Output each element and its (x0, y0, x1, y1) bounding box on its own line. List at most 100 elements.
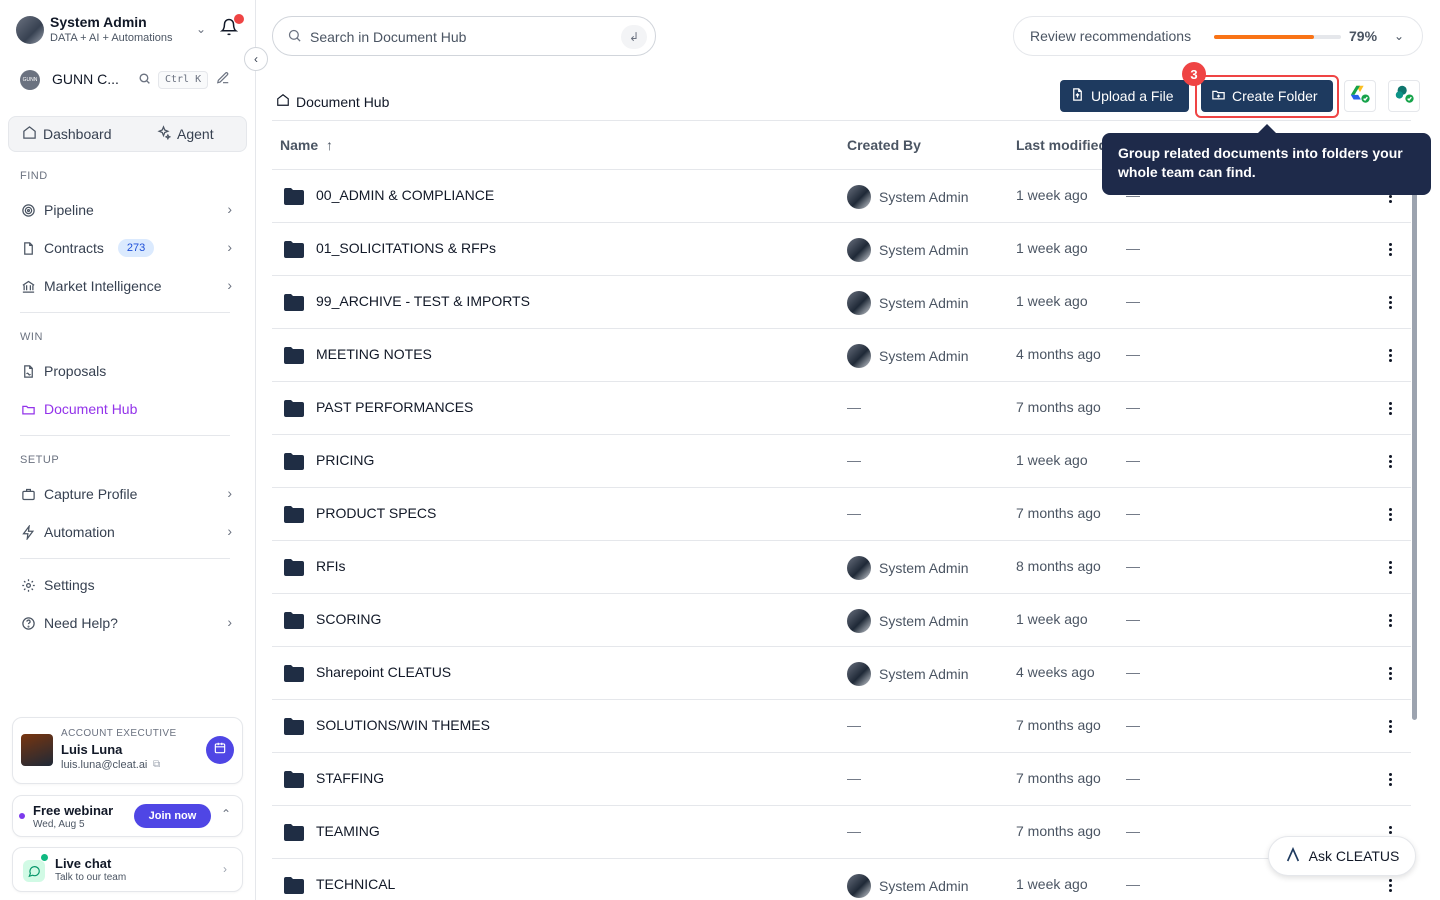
table-row[interactable]: 99_ARCHIVE - TEST & IMPORTS System Admin 1… (272, 276, 1411, 329)
last-modified-cell: 7 months ago (1016, 505, 1101, 521)
sidebar-item-capture-profile[interactable]: Capture Profile › (20, 482, 236, 506)
folder-name[interactable]: STAFFING (316, 770, 384, 786)
column-header-last-modified[interactable]: Last modified (1016, 137, 1107, 153)
folder-name[interactable]: Sharepoint CLEATUS (316, 664, 451, 680)
creator-name: System Admin (879, 613, 969, 629)
enter-icon[interactable]: ↲ (621, 25, 647, 49)
table-row[interactable]: STAFFING — 7 months ago — (272, 753, 1411, 806)
last-modified-cell: 4 months ago (1016, 346, 1101, 362)
collapse-sidebar-button[interactable]: ‹ (244, 47, 268, 71)
more-options-icon[interactable] (1384, 344, 1396, 366)
calendar-button[interactable] (206, 736, 234, 764)
more-options-icon[interactable] (1384, 238, 1396, 260)
table-row[interactable]: TECHNICAL System Admin 1 week ago — (272, 859, 1411, 900)
table-row[interactable]: PAST PERFORMANCES — 7 months ago — (272, 382, 1411, 435)
chevron-down-icon[interactable]: ⌄ (196, 22, 206, 36)
copy-icon[interactable]: ⧉ (153, 759, 160, 770)
user-menu[interactable]: System Admin DATA + AI + Automations ⌄ (16, 14, 246, 48)
sidebar-item-need-help[interactable]: Need Help? › (20, 611, 236, 635)
extra-cell: — (1126, 452, 1140, 468)
more-options-icon[interactable] (1384, 556, 1396, 578)
user-name: System Admin (50, 14, 147, 30)
search-bar[interactable]: Search in Document Hub ↲ (272, 16, 656, 56)
webinar-date: Wed, Aug 5 (33, 819, 85, 830)
folder-name[interactable]: PRODUCT SPECS (316, 505, 436, 521)
folder-name[interactable]: SOLUTIONS/WIN THEMES (316, 717, 490, 733)
join-now-button[interactable]: Join now (134, 804, 211, 828)
column-header-name[interactable]: Name ↑ (280, 137, 333, 153)
folder-name[interactable]: 99_ARCHIVE - TEST & IMPORTS (316, 293, 530, 309)
document-icon (20, 240, 36, 256)
table-row[interactable]: TEAMING — 7 months ago — (272, 806, 1411, 859)
folder-name[interactable]: TECHNICAL (316, 876, 395, 892)
chevron-down-icon[interactable]: ⌄ (1394, 29, 1404, 43)
tab-label: Agent (177, 126, 214, 142)
more-options-icon[interactable] (1384, 397, 1396, 419)
creator-name: System Admin (879, 242, 969, 258)
sharepoint-button[interactable] (1388, 80, 1420, 112)
extra-cell: — (1126, 717, 1140, 733)
review-recommendations[interactable]: Review recommendations 79% ⌄ (1013, 16, 1423, 56)
more-options-icon[interactable] (1384, 503, 1396, 525)
upload-file-button[interactable]: Upload a File (1060, 80, 1189, 112)
more-options-icon[interactable] (1384, 450, 1396, 472)
sidebar-item-label: Need Help? (44, 615, 118, 631)
more-options-icon[interactable] (1384, 768, 1396, 790)
folder-name[interactable]: MEETING NOTES (316, 346, 432, 362)
ask-cleatus-button[interactable]: Ask CLEATUS (1268, 836, 1416, 876)
more-options-icon[interactable] (1384, 609, 1396, 631)
folder-name[interactable]: RFIs (316, 558, 346, 574)
created-by-cell: System Admin (847, 609, 968, 633)
table-row[interactable]: PRODUCT SPECS — 7 months ago — (272, 488, 1411, 541)
more-options-icon[interactable] (1384, 291, 1396, 313)
more-options-icon[interactable] (1384, 874, 1396, 896)
sidebar-item-document-hub[interactable]: Document Hub (20, 397, 236, 421)
upload-file-label: Upload a File (1091, 88, 1174, 104)
more-options-icon[interactable] (1384, 715, 1396, 737)
folder-name[interactable]: 00_ADMIN & COMPLIANCE (316, 187, 494, 203)
table-row[interactable]: MEETING NOTES System Admin 4 months ago — (272, 329, 1411, 382)
sidebar-item-pipeline[interactable]: Pipeline › (20, 198, 236, 222)
folder-name[interactable]: PRICING (316, 452, 374, 468)
sidebar-item-automation[interactable]: Automation › (20, 520, 236, 544)
table-row[interactable]: PRICING — 1 week ago — (272, 435, 1411, 488)
scrollbar[interactable] (1412, 133, 1417, 720)
org-name[interactable]: GUNN C... (52, 71, 119, 87)
folder-name[interactable]: PAST PERFORMANCES (316, 399, 473, 415)
org-switcher[interactable]: GUNN GUNN C... Ctrl K (20, 68, 240, 92)
tab-dashboard[interactable]: Dashboard (22, 125, 112, 143)
sidebar-item-proposals[interactable]: Proposals (20, 359, 236, 383)
sidebar-item-contracts[interactable]: Contracts 273 › (20, 236, 236, 260)
folder-name[interactable]: TEAMING (316, 823, 380, 839)
folder-name[interactable]: 01_SOLICITATIONS & RFPs (316, 240, 496, 256)
google-drive-button[interactable] (1344, 80, 1376, 112)
home-icon (22, 125, 37, 143)
more-options-icon[interactable] (1384, 662, 1396, 684)
account-executive-name: Luis Luna (61, 742, 123, 757)
create-folder-button[interactable]: Create Folder (1201, 80, 1333, 112)
chevron-up-icon[interactable]: ⌃ (221, 807, 231, 821)
table-row[interactable]: 01_SOLICITATIONS & RFPs System Admin 1 wee… (272, 223, 1411, 276)
live-chat-card[interactable]: Live chat Talk to our team › (12, 847, 243, 892)
tab-agent[interactable]: Agent (156, 125, 214, 143)
sidebar-item-label: Document Hub (44, 401, 138, 417)
created-by-cell: — (847, 452, 861, 468)
search-icon[interactable] (138, 72, 151, 88)
sparkles-icon (156, 125, 172, 143)
creator-avatar (847, 344, 871, 368)
sidebar-item-label: Settings (44, 577, 95, 593)
home-icon[interactable] (276, 93, 290, 110)
creator-avatar (847, 238, 871, 262)
sidebar-item-market-intelligence[interactable]: Market Intelligence › (20, 274, 236, 298)
column-header-created-by[interactable]: Created By (847, 137, 921, 153)
creator-name: System Admin (879, 295, 969, 311)
edit-icon[interactable] (216, 71, 230, 88)
table-row[interactable]: SOLUTIONS/WIN THEMES — 7 months ago — (272, 700, 1411, 753)
folder-icon (284, 347, 304, 369)
table-row[interactable]: Sharepoint CLEATUS System Admin 4 weeks ag… (272, 647, 1411, 700)
table-row[interactable]: SCORING System Admin 1 week ago — (272, 594, 1411, 647)
folder-name[interactable]: SCORING (316, 611, 381, 627)
table-row[interactable]: RFIs System Admin 8 months ago — (272, 541, 1411, 594)
search-input[interactable]: Search in Document Hub (310, 29, 466, 45)
sidebar-item-settings[interactable]: Settings (20, 573, 236, 597)
